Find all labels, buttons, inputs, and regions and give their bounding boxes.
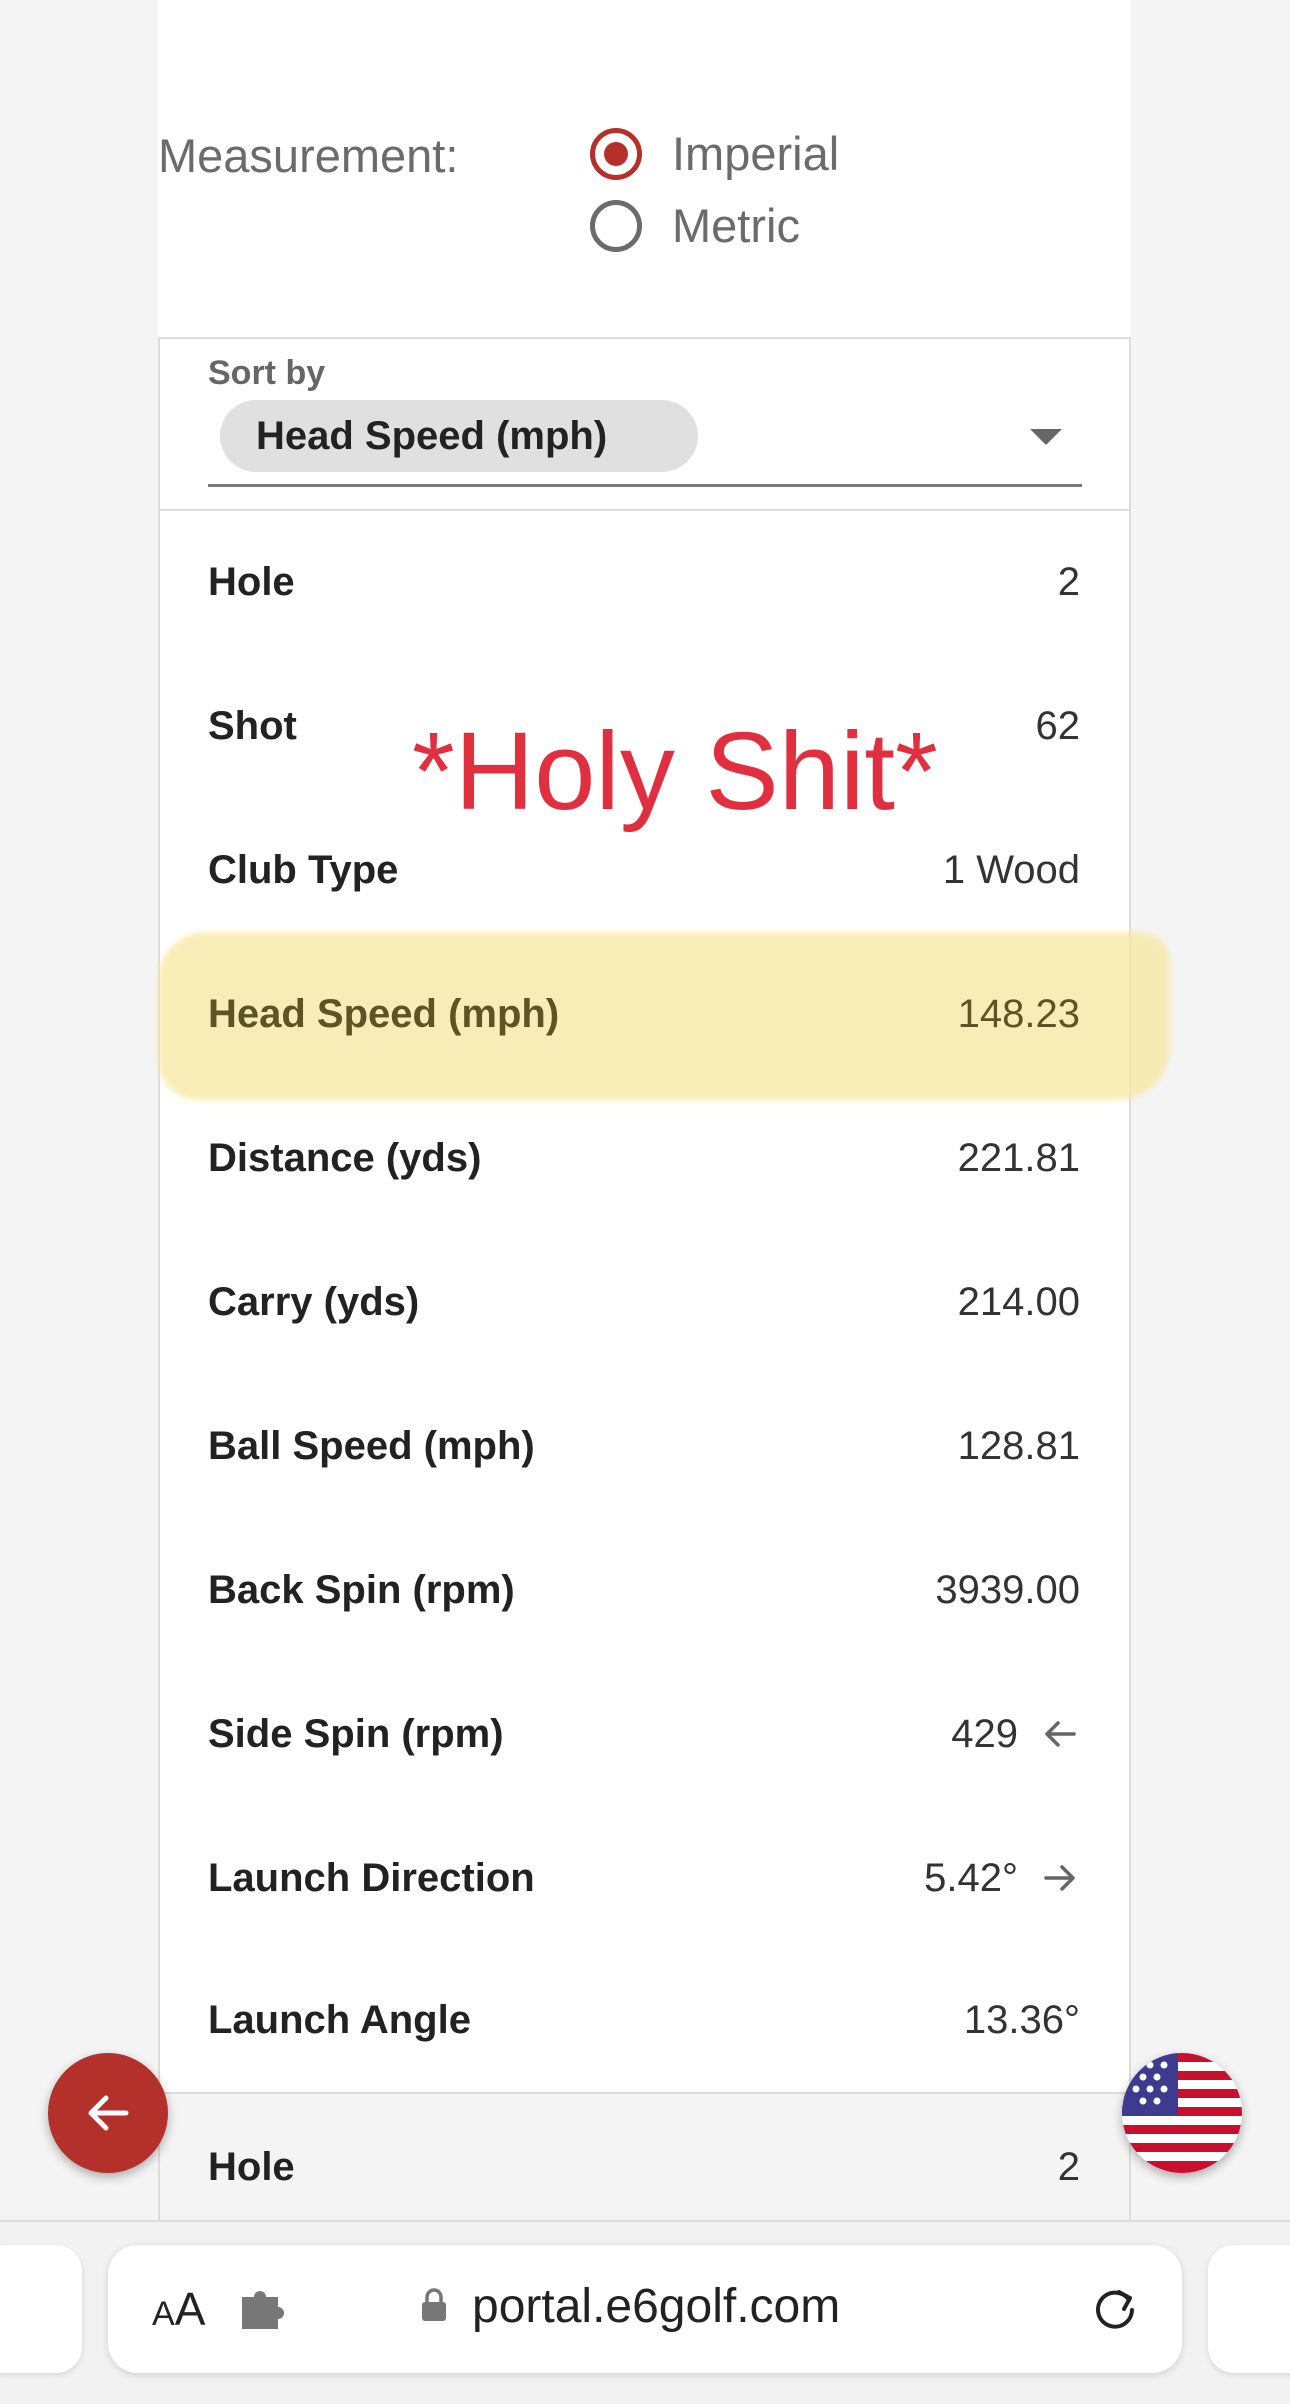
back-button[interactable] bbox=[48, 2053, 168, 2173]
row-value: 3939.00 bbox=[935, 1567, 1080, 1612]
annotation-text: *Holy Shit* bbox=[412, 710, 938, 833]
row-label: Side Spin (rpm) bbox=[208, 1711, 504, 1756]
row-value: 221.81 bbox=[957, 1135, 1080, 1180]
row-label: Hole bbox=[208, 2144, 295, 2189]
row-value: 13.36° bbox=[963, 1997, 1080, 2042]
radio-imperial-indicator[interactable] bbox=[590, 127, 642, 180]
puzzle-icon[interactable] bbox=[238, 2289, 288, 2333]
divider bbox=[160, 509, 1129, 511]
radio-metric[interactable]: Metric bbox=[590, 198, 800, 253]
row-launch-direction: Launch Direction 5.42° bbox=[208, 1838, 1080, 1918]
row-value: 429 bbox=[951, 1711, 1018, 1756]
previous-tab[interactable] bbox=[0, 2245, 82, 2373]
url-text[interactable]: portal.e6golf.com bbox=[472, 2279, 840, 2334]
radio-imperial[interactable]: Imperial bbox=[590, 126, 839, 181]
row-value: 214.00 bbox=[957, 1279, 1080, 1324]
arrow-right-icon bbox=[1044, 1865, 1075, 1891]
chevron-down-icon[interactable] bbox=[1030, 429, 1062, 445]
language-flag-button[interactable] bbox=[1122, 2053, 1242, 2173]
measurement-label: Measurement: bbox=[158, 129, 459, 182]
sort-selected-chip[interactable]: Head Speed (mph) bbox=[220, 400, 698, 472]
row-value: 148.23 bbox=[957, 991, 1080, 1036]
row-label: Launch Direction bbox=[208, 1855, 535, 1900]
radio-metric-indicator[interactable] bbox=[590, 199, 642, 252]
row-value: 128.81 bbox=[957, 1423, 1080, 1468]
row-value: 2 bbox=[1057, 2144, 1080, 2189]
row-value: 62 bbox=[1035, 703, 1081, 748]
text-size-button[interactable]: AA bbox=[152, 2282, 205, 2336]
us-flag-icon bbox=[1122, 2053, 1242, 2173]
text-size-big: A bbox=[174, 2283, 206, 2335]
row-label: Head Speed (mph) bbox=[208, 991, 560, 1036]
row-label: Club Type bbox=[208, 847, 399, 892]
row-value: 1 Wood bbox=[942, 847, 1080, 892]
row-value: 5.42° bbox=[924, 1855, 1018, 1900]
row-launch-angle: Launch Angle 13.36° bbox=[208, 1980, 1080, 2060]
text-size-small: A bbox=[152, 2295, 175, 2333]
row-label: Ball Speed (mph) bbox=[208, 1423, 535, 1468]
row-label: Carry (yds) bbox=[208, 1279, 420, 1324]
radio-metric-label: Metric bbox=[672, 199, 800, 252]
row-label: Hole bbox=[208, 559, 295, 604]
row-side-spin: Side Spin (rpm) 429 bbox=[208, 1694, 1080, 1774]
row-distance: Distance (yds) 221.81 bbox=[208, 1118, 1080, 1198]
next-tab[interactable] bbox=[1208, 2245, 1290, 2373]
row-value: 2 bbox=[1057, 559, 1080, 604]
row-head-speed: Head Speed (mph) 148.23 bbox=[208, 974, 1080, 1054]
sort-select-underline bbox=[208, 484, 1082, 487]
arrow-left-icon bbox=[88, 2095, 129, 2131]
row-hole: Hole 2 bbox=[208, 542, 1080, 622]
row-label: Distance (yds) bbox=[208, 1135, 482, 1180]
row-label: Launch Angle bbox=[208, 1997, 471, 2042]
lock-icon bbox=[422, 2288, 446, 2321]
row-ball-speed: Ball Speed (mph) 128.81 bbox=[208, 1406, 1080, 1486]
row-back-spin: Back Spin (rpm) 3939.00 bbox=[208, 1550, 1080, 1630]
sort-by-label: Sort by bbox=[208, 354, 326, 392]
arrow-left-icon bbox=[1045, 1721, 1076, 1747]
row-label: Back Spin (rpm) bbox=[208, 1567, 515, 1612]
row-hole-next: Hole 2 bbox=[208, 2127, 1080, 2207]
reload-icon[interactable] bbox=[1088, 2283, 1142, 2337]
radio-imperial-label: Imperial bbox=[672, 127, 840, 180]
row-label: Shot bbox=[208, 703, 297, 748]
row-club-type: Club Type 1 Wood bbox=[208, 830, 1080, 910]
row-carry: Carry (yds) 214.00 bbox=[208, 1262, 1080, 1342]
